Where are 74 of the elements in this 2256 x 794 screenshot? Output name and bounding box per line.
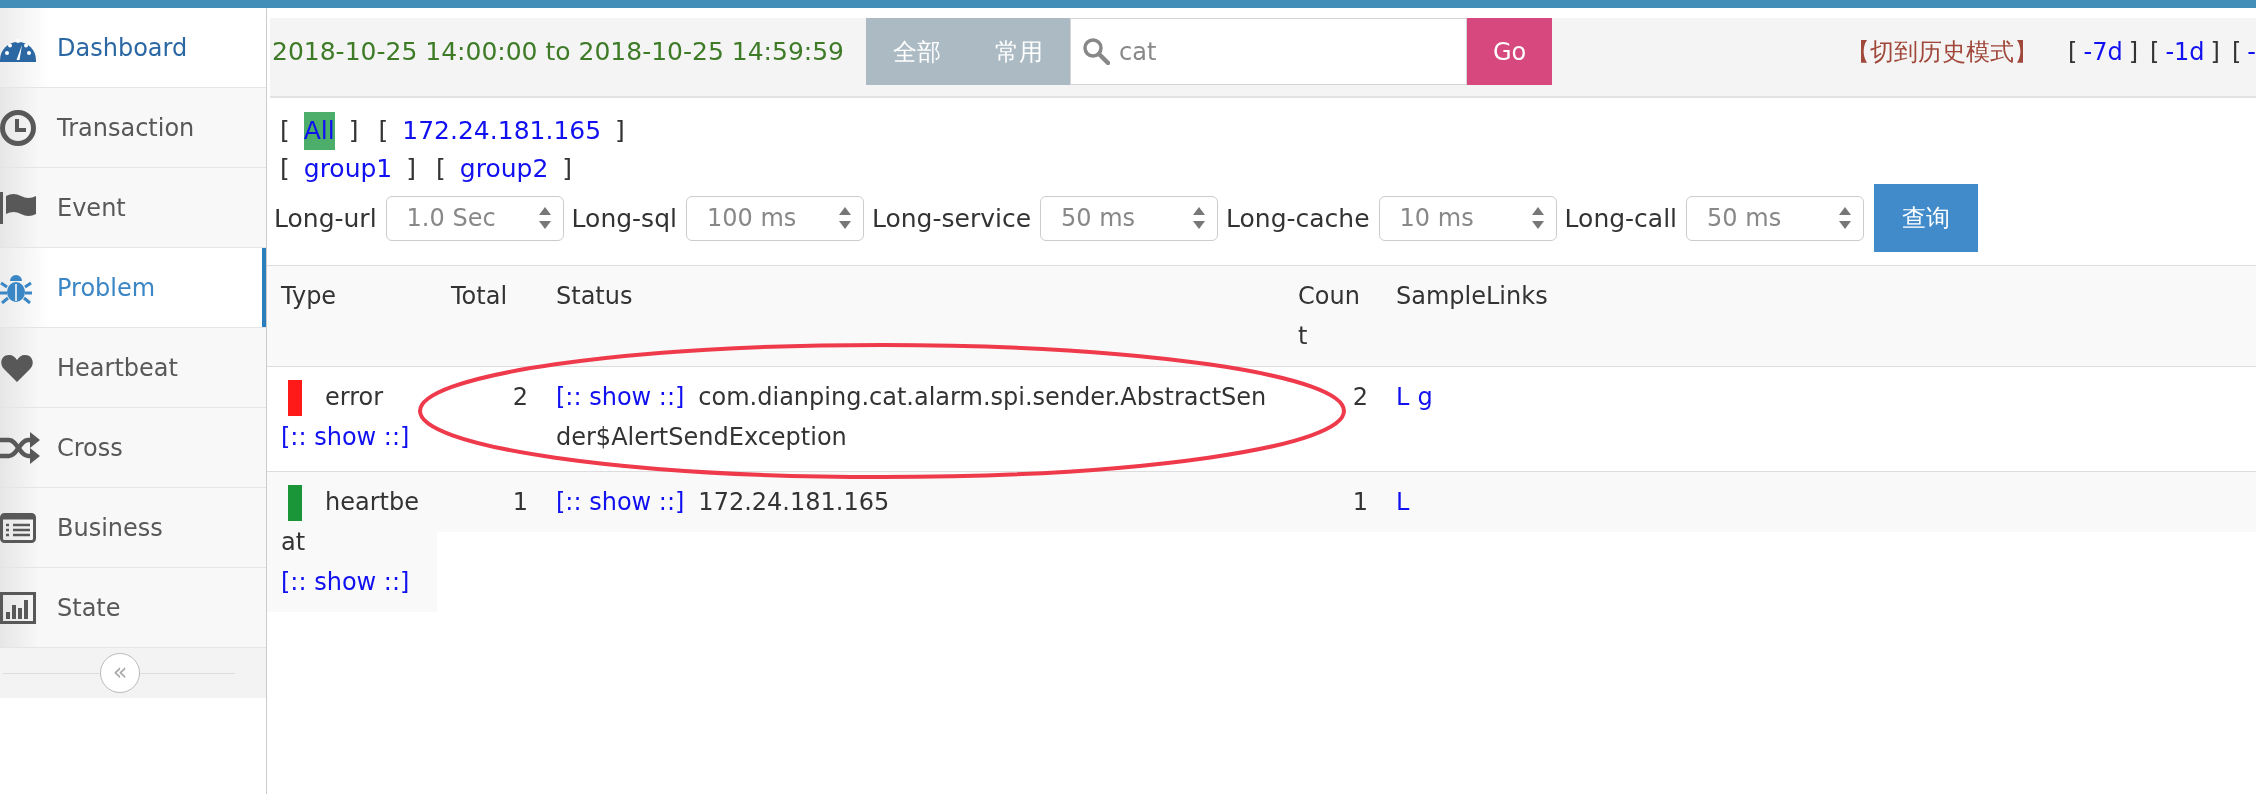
show-link[interactable]: [:: show ::] [556,488,685,516]
bracket: [ [2068,37,2078,66]
threshold-select[interactable]: 50 ms [1686,195,1865,241]
bracket: ] [2128,37,2139,66]
range-link[interactable]: -7d [2083,37,2123,66]
bracket: [ [2150,37,2160,66]
date-range: 2018-10-25 14:00:00 to 2018-10-25 14:59:59 [271,36,845,68]
sidebar-item[interactable]: Cross [0,408,266,488]
show-link[interactable]: [:: show ::] [281,417,410,457]
sample-link[interactable]: L [1396,383,1410,411]
sidebar-item[interactable]: Dashboard [0,8,266,88]
sort-arrows-icon [538,207,551,229]
sidebar-item[interactable]: Problem [0,248,266,328]
heart-icon [0,352,34,383]
table-cell: 1 [1284,472,1382,532]
sidebar-item[interactable]: Business [0,488,266,568]
search-field[interactable]: cat [1070,18,1468,85]
threshold-select[interactable]: 10 ms [1378,195,1557,241]
show-link[interactable]: [:: show ::] [281,562,410,602]
threshold-label: Long-url [274,203,377,233]
bracket: [ [280,115,290,147]
range-link[interactable]: -1d [2165,37,2205,66]
query-button[interactable]: 查询 [1874,184,1979,252]
status-text: [:: show ::] 172.24.181.165 [556,487,891,518]
sample-link[interactable]: L [1396,488,1410,516]
threshold-label: Long-cache [1226,203,1370,233]
sidebar-item[interactable]: Event [0,168,266,248]
shuffle-icon [0,430,40,465]
bracket: [ [436,153,446,185]
range-link[interactable]: - [2247,37,2256,66]
threshold-label: Long-service [871,203,1032,233]
group-link[interactable]: group1 [303,150,393,188]
group-link[interactable]: group2 [459,150,549,188]
bracket: ] [2210,37,2220,66]
column-header: Type [280,281,338,312]
sidebar-item[interactable]: Heartbeat [0,328,266,408]
threshold-label: Long-sql [571,203,677,233]
sidebar-item[interactable]: Transaction [0,88,266,168]
column-header: Total [450,281,509,312]
flag-icon [0,191,36,224]
column-header: Count [1297,281,1361,352]
type-label: error [325,383,384,411]
bracket: [ [280,153,290,185]
bar-chart-icon [0,591,36,624]
sample-link[interactable]: g [1417,383,1433,411]
history-mode-link[interactable]: 【切到历史模式】 [1846,35,2039,68]
show-link[interactable]: [:: show ::] [556,383,685,411]
table-cell-text: 2 [1351,382,1369,413]
bracket: [ [2231,37,2242,66]
table-cell-text: 2 [511,382,529,413]
sort-arrows-icon [1839,207,1852,229]
bracket: ] [348,115,359,147]
host-link[interactable]: 172.24.181.165 [402,112,602,150]
sidebar-item[interactable]: State [0,568,266,648]
bracket: ] [562,153,573,185]
bracket: [ [378,115,389,147]
sort-arrows-icon [838,207,851,229]
sort-arrows-icon [1531,207,1544,229]
column-header: SampleLinks [1395,281,1549,312]
table-cell: 1 [437,472,542,532]
sort-arrows-icon [1193,207,1206,229]
column-header: Status [555,281,634,312]
status-text: [:: show ::] com.dianping.cat.alarm.spi.sender.AbstractSender$AlertSendException [556,382,1268,453]
clock-icon [0,109,36,146]
search-icon [1082,37,1111,65]
type-label: heartbeat [281,488,419,556]
bracket: ] [406,153,417,185]
list-icon [0,512,36,543]
bracket: ] [615,115,625,147]
threshold-select[interactable]: 100 ms [685,195,864,241]
threshold-select[interactable]: 1.0 Sec [385,195,564,241]
threshold-select[interactable]: 50 ms [1040,195,1219,241]
go-button[interactable]: Go [1467,18,1553,85]
threshold-label: Long-call [1564,203,1678,233]
